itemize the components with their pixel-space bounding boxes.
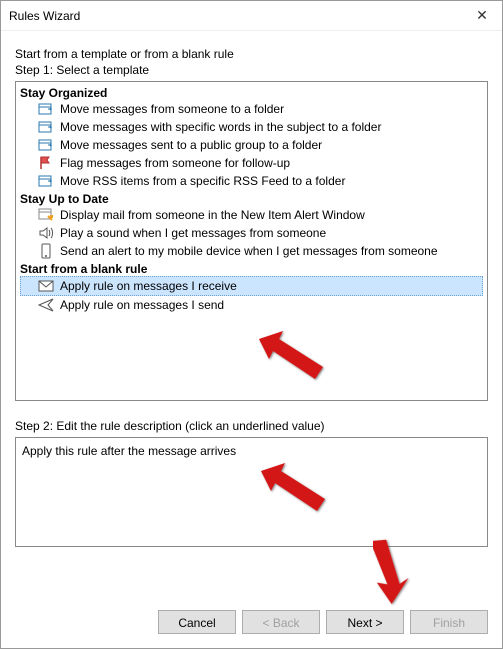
button-row: Cancel < Back Next > Finish [1,598,502,648]
item-label: Apply rule on messages I send [60,297,224,313]
titlebar: Rules Wizard ✕ [1,1,502,31]
send-icon [38,297,54,313]
envelope-icon [38,278,54,294]
item-label: Play a sound when I get messages from so… [60,225,326,241]
window-title: Rules Wizard [9,9,462,23]
template-item-move-from-someone[interactable]: Move messages from someone to a folder [20,100,483,118]
group-header-blank-rule: Start from a blank rule [20,262,483,276]
step1-label: Step 1: Select a template [15,63,488,77]
item-label: Display mail from someone in the New Ite… [60,207,365,223]
template-item-mobile-alert[interactable]: Send an alert to my mobile device when I… [20,242,483,260]
item-label: Move RSS items from a specific RSS Feed … [60,173,345,189]
item-label: Flag messages from someone for follow-up [60,155,290,171]
sound-icon [38,225,54,241]
cancel-button[interactable]: Cancel [158,610,236,634]
template-listbox[interactable]: Stay Organized Move messages from someon… [15,81,488,401]
group-header-stay-uptodate: Stay Up to Date [20,192,483,206]
item-label: Move messages from someone to a folder [60,101,284,117]
rule-description-text: Apply this rule after the message arrive… [22,444,236,458]
back-button[interactable]: < Back [242,610,320,634]
template-item-apply-receive[interactable]: Apply rule on messages I receive [20,276,483,296]
mobile-icon [38,243,54,259]
group-header-stay-organized: Stay Organized [20,86,483,100]
close-icon: ✕ [476,7,488,24]
annotation-arrow-icon [373,537,423,607]
template-item-move-subject-words[interactable]: Move messages with specific words in the… [20,118,483,136]
rule-description-box[interactable]: Apply this rule after the message arrive… [15,437,488,547]
finish-button[interactable]: Finish [410,610,488,634]
template-item-display-alert[interactable]: Display mail from someone in the New Ite… [20,206,483,224]
dialog-content: Start from a template or from a blank ru… [1,31,502,598]
move-folder-icon [38,119,54,135]
template-item-apply-send[interactable]: Apply rule on messages I send [20,296,483,314]
close-button[interactable]: ✕ [462,1,502,31]
item-label: Move messages sent to a public group to … [60,137,322,153]
move-folder-icon [38,173,54,189]
template-item-play-sound[interactable]: Play a sound when I get messages from so… [20,224,483,242]
item-label: Move messages with specific words in the… [60,119,381,135]
template-item-move-public-group[interactable]: Move messages sent to a public group to … [20,136,483,154]
alert-window-icon [38,207,54,223]
rules-wizard-dialog: Rules Wizard ✕ Start from a template or … [0,0,503,649]
template-item-move-rss[interactable]: Move RSS items from a specific RSS Feed … [20,172,483,190]
flag-icon [38,155,54,171]
move-folder-icon [38,101,54,117]
move-folder-icon [38,137,54,153]
item-label: Apply rule on messages I receive [60,278,237,294]
intro-text: Start from a template or from a blank ru… [15,47,488,61]
step2-label: Step 2: Edit the rule description (click… [15,419,488,433]
item-label: Send an alert to my mobile device when I… [60,243,438,259]
next-button[interactable]: Next > [326,610,404,634]
template-item-flag-followup[interactable]: Flag messages from someone for follow-up [20,154,483,172]
